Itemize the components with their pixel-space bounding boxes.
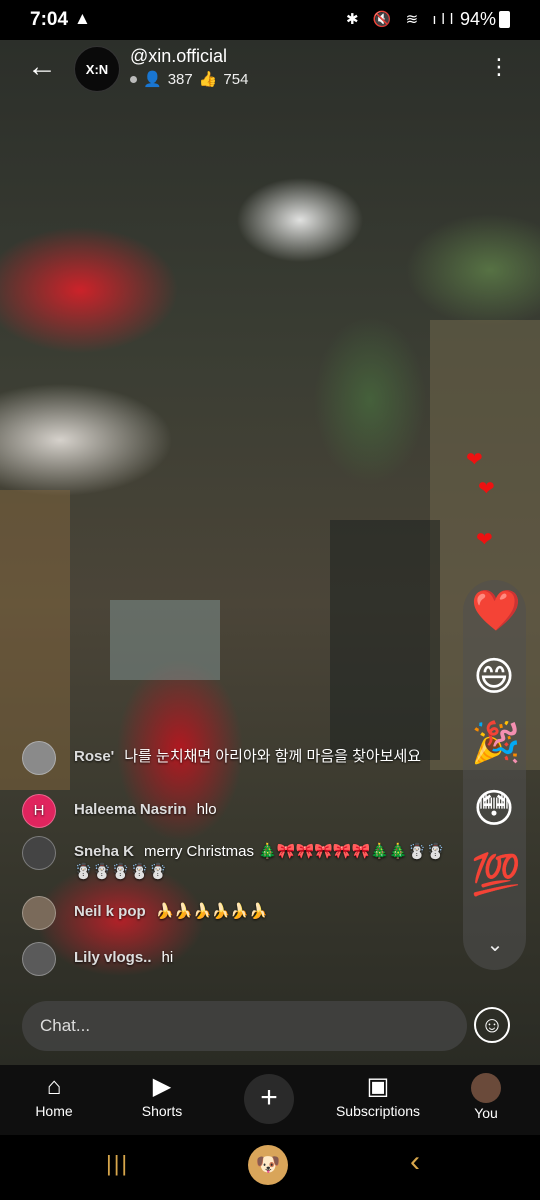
chat-body: hlo: [196, 801, 217, 818]
chat-text: Haleema Nasrin hlo: [74, 800, 454, 820]
battery-icon: [499, 11, 510, 28]
battery-percent: 94%: [460, 9, 497, 29]
like-count: 754: [223, 70, 249, 88]
nav-you-label: You: [474, 1105, 498, 1121]
video-box: [110, 600, 220, 680]
avatar[interactable]: [22, 741, 56, 775]
nav-subscriptions[interactable]: ▣ Subscriptions: [330, 1071, 426, 1119]
chevron-down-icon[interactable]: ⌄: [480, 930, 510, 960]
nav-home-label: Home: [35, 1103, 73, 1119]
floating-heart-icon: ❤: [466, 449, 483, 471]
chat-text: Neil k pop 🍌🍌🍌🍌🍌🍌: [74, 902, 454, 922]
nav-home[interactable]: ⌂ Home: [28, 1071, 80, 1119]
party-popper-icon[interactable]: 🎉: [471, 720, 521, 766]
chat-text: Rose' 나를 눈치채면 아리아와 함께 마음을 찾아보세요: [74, 747, 454, 767]
floating-heart-icon: ❤: [476, 529, 493, 551]
status-bar: 7:04 ▲ ✱ 🔇 ≋ ıll 94%: [0, 0, 540, 40]
status-icons: ✱ 🔇 ≋ ıll: [346, 11, 459, 28]
thumbs-up-icon: 👍: [198, 71, 218, 88]
subscriptions-icon: ▣: [366, 1073, 390, 1100]
floating-heart-icon: ❤: [478, 478, 495, 500]
grinning-face-icon[interactable]: 😄: [471, 654, 517, 700]
chat-input[interactable]: [40, 1013, 440, 1039]
chat-body: 나를 눈치채면 아리아와 함께 마음을 찾아보세요: [124, 748, 422, 765]
home-icon: ⌂: [46, 1073, 62, 1100]
chat-author: Neil k pop: [74, 903, 146, 920]
you-avatar: [471, 1073, 501, 1103]
live-header: ← X:N @xin.official 👤 387 👍 754 ⋮: [0, 40, 540, 100]
nav-you[interactable]: You: [466, 1071, 506, 1121]
chat-author: Sneha K: [74, 843, 135, 860]
flushed-face-icon[interactable]: 😳: [471, 786, 517, 832]
nav-subscriptions-label: Subscriptions: [335, 1103, 421, 1119]
channel-handle[interactable]: @xin.official: [130, 46, 227, 67]
system-back-icon[interactable]: ‹: [410, 1145, 420, 1179]
warning-icon: ▲: [74, 9, 91, 28]
avatar[interactable]: [22, 836, 56, 870]
bottom-nav: ⌂ Home ▶ Shorts + ▣ Subscriptions You: [0, 1065, 540, 1135]
avatar[interactable]: [22, 942, 56, 976]
nav-shorts-label: Shorts: [141, 1103, 183, 1119]
chat-text: Sneha Kmerry Christmas 🎄🎀🎀🎀🎀🎀🎄🎄☃️☃️☃️☃️☃…: [74, 842, 454, 882]
channel-avatar[interactable]: X:N: [74, 46, 120, 92]
chat-author: Lily vlogs..: [74, 949, 152, 966]
video-pillar: [330, 520, 440, 760]
nav-shorts[interactable]: ▶ Shorts: [132, 1071, 192, 1119]
viewer-count: 387: [167, 70, 193, 88]
more-options-icon[interactable]: ⋮: [488, 52, 510, 82]
live-dot-icon: [130, 75, 137, 83]
shorts-icon: ▶: [152, 1073, 172, 1100]
avatar[interactable]: H: [22, 794, 56, 828]
viewers-icon: 👤: [143, 71, 162, 88]
create-plus-icon[interactable]: +: [244, 1074, 294, 1124]
system-home-icon[interactable]: 🐶: [248, 1145, 288, 1185]
chat-body: hi: [161, 949, 174, 966]
reaction-panel: ❤️ 😄 🎉 😳 💯 ⌄: [463, 580, 526, 970]
chat-author: Haleema Nasrin: [74, 801, 187, 818]
red-heart-icon[interactable]: ❤️: [471, 588, 521, 634]
status-time: 7:04: [30, 9, 69, 30]
live-stats: 👤 387 👍 754: [130, 70, 248, 88]
chat-input-box[interactable]: [22, 1001, 467, 1051]
chat-text: Lily vlogs.. hi: [74, 948, 454, 968]
chat-body: 🍌🍌🍌🍌🍌🍌: [155, 903, 268, 920]
hundred-points-icon[interactable]: 💯: [471, 852, 521, 898]
avatar[interactable]: [22, 896, 56, 930]
back-arrow-icon[interactable]: ←: [24, 50, 60, 86]
recents-icon[interactable]: |||: [106, 1151, 129, 1177]
emoji-icon[interactable]: ☺: [474, 1007, 510, 1043]
system-nav-bar: ||| 🐶 ‹: [0, 1135, 540, 1200]
chat-author: Rose': [74, 748, 115, 765]
